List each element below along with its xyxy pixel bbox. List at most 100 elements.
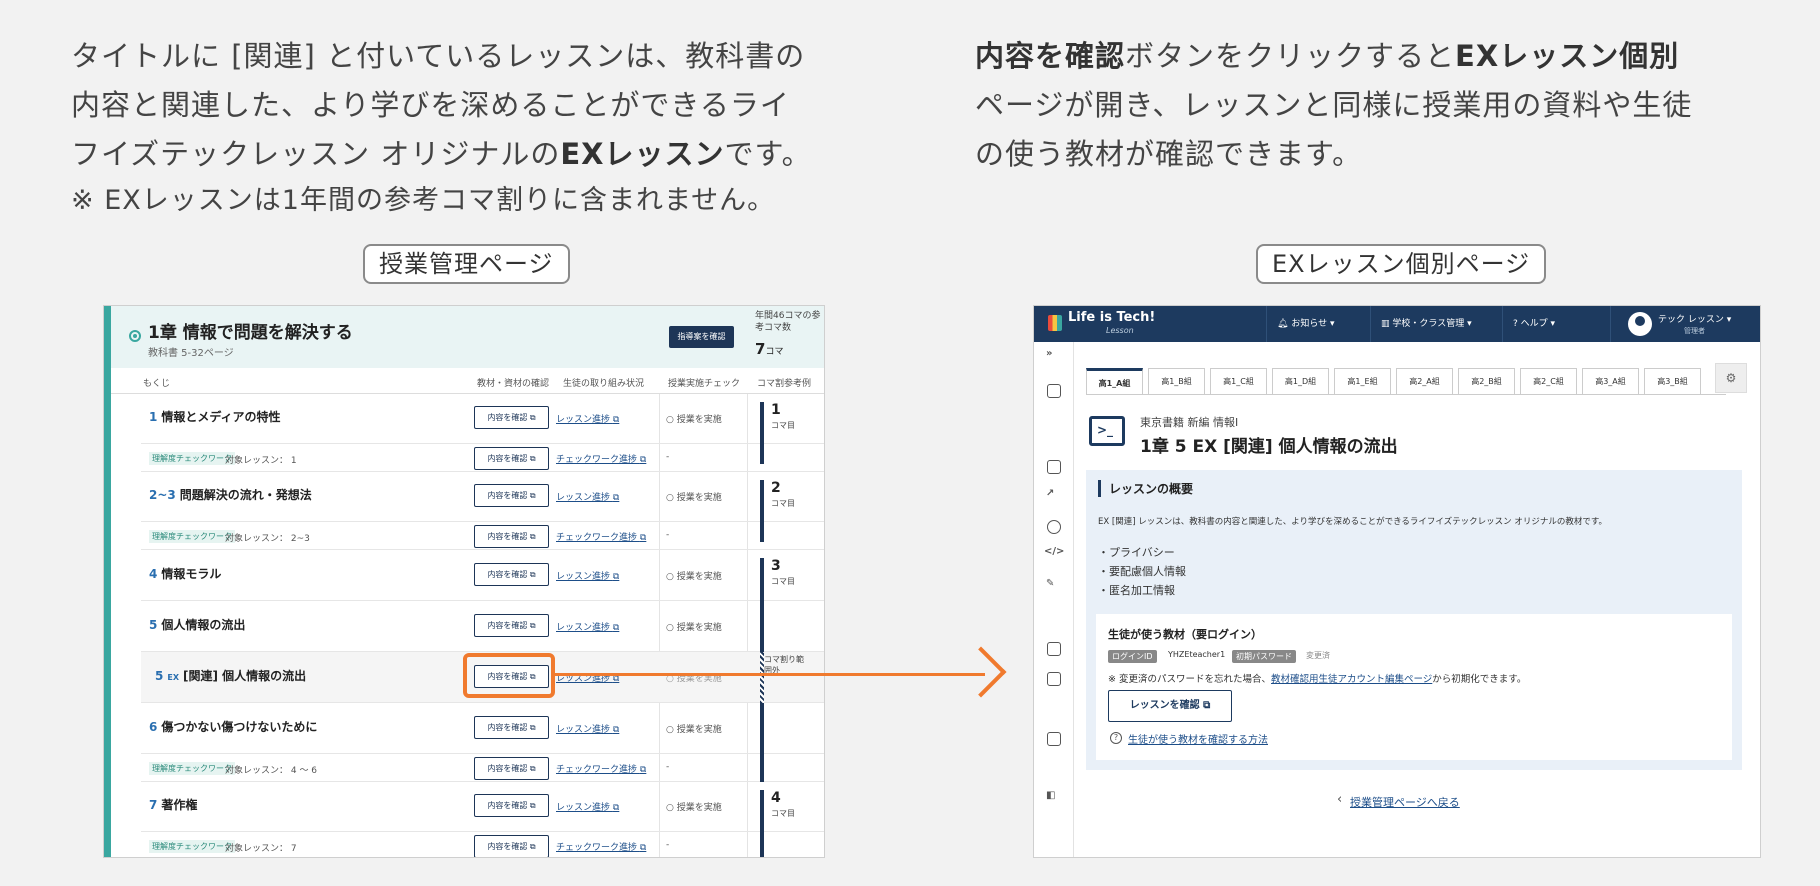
lesson-title[interactable]: 4 情報モラル [149,565,221,582]
confirm-content-button[interactable]: 内容を確認 ⧉ [474,716,549,739]
confirm-lesson-label: レッスンを確認 [1129,700,1200,711]
check-circle-icon[interactable] [1047,520,1061,534]
lesson-progress-link[interactable]: レッスン進捗 ⧉ [556,490,619,503]
list-item: ・プライバシー [1098,546,1175,559]
chapter-header: 1章 情報で問題を解決する 教科書 5-32ページ 指導案を確認 年間46コマの… [111,306,824,368]
implement-check[interactable]: ○ 授業を実施 [666,620,722,633]
chevron-down-icon: ▾ [1467,319,1472,329]
chevron-down-icon: ▾ [1550,319,1556,329]
lesson-progress-link[interactable]: レッスン進捗 ⧉ [556,800,619,813]
guide-button[interactable]: 指導案を確認 [669,326,734,348]
checkwork-progress-label: チェックワーク進捗 [556,843,638,853]
confirm-content-button[interactable]: 内容を確認 ⧉ [474,525,549,548]
lesson-progress-label: レッスン進捗 [556,623,611,633]
help-link[interactable]: 生徒が使う教材を確認する方法 [1128,731,1268,746]
external-link-icon: ⧉ [612,572,620,582]
lesson-title[interactable]: 7 著作権 [149,796,197,813]
lesson-progress-link[interactable]: レッスン進捗 ⧉ [556,620,619,633]
confirm-content-button[interactable]: 内容を確認 ⧉ [474,563,549,586]
caption-class-management: 授業管理ページ [363,244,570,284]
student-material-card: 生徒が使う教材（要ログイン） ログインID YHZEteacher1 初期パスワ… [1096,614,1732,760]
gear-icon[interactable]: ⚙ [1715,363,1747,393]
top-navbar: Life is Tech! Lesson 🔔︎ お知らせ ▾ ▥ 学校・クラス管… [1034,306,1760,342]
lesson-progress-label: レッスン進捗 [556,572,611,582]
confirm-content-button[interactable]: 内容を確認 ⧉ [474,484,549,507]
trend-icon[interactable]: ↗ [1046,488,1054,499]
lesson-title[interactable]: 5 個人情報の流出 [149,616,245,633]
lesson-name: 個人情報の流出 [161,618,246,632]
account-edit-link[interactable]: 教材確認用生徒アカウント編集ページ [1271,674,1432,685]
lesson-num: 4 [149,567,158,581]
lesson-progress-link[interactable]: レッスン進捗 ⧉ [556,722,619,735]
logo-subtext: Lesson [1106,326,1134,335]
koma-unit: コマ目 [771,809,795,818]
bar-chart-icon[interactable] [1047,732,1061,746]
tab-class[interactable]: 高1_C組 [1210,368,1267,394]
document-icon[interactable] [1047,642,1061,656]
lesson-name: [関連] 個人情報の流出 [183,669,307,683]
annual-koma-unit: コマ [765,347,784,357]
chevron-down-icon: ▾ [1330,319,1335,329]
col-materials: 教材・資材の確認 [477,379,550,389]
pencil-icon[interactable]: ✎ [1046,578,1054,589]
tab-class[interactable]: 高1_D組 [1272,368,1329,394]
implement-check[interactable]: ○ 授業を実施 [666,800,722,813]
avatar-icon[interactable] [1628,312,1652,336]
lesson-progress-link[interactable]: レッスン進捗 ⧉ [556,569,619,582]
implement-check[interactable]: ○ 授業を実施 [666,569,722,582]
tab-class[interactable]: 高3_B組 [1644,368,1701,394]
tab-class[interactable]: 高2_C組 [1520,368,1577,394]
external-link-icon: ⧉ [639,843,647,853]
table-row: 理解度チェックワーク 対象レッスン： 2~3 内容を確認 ⧉ チェックワーク進捗… [141,522,824,550]
nav-school[interactable]: ▥ 学校・クラス管理 ▾ [1370,306,1502,342]
logo-text[interactable]: Life is Tech! [1068,310,1155,325]
tab-class[interactable]: 高1_A組 [1086,368,1143,394]
lesson-title[interactable]: 2~3 問題解決の流れ・発想法 [149,486,312,503]
tab-class[interactable]: 高3_A組 [1582,368,1639,394]
checklist-icon[interactable] [1047,672,1061,686]
external-link-icon: ⧉ [529,491,536,500]
checkwork-progress-link[interactable]: チェックワーク進捗 ⧉ [556,762,646,775]
implement-check[interactable]: ○ 授業を実施 [666,490,722,503]
chapter-toggle-icon[interactable] [129,330,141,342]
lesson-title[interactable]: 5 EX [関連] 個人情報の流出 [155,667,306,684]
target-lessons: 対象レッスン： 2~3 [225,534,310,544]
confirm-content-button[interactable]: 内容を確認 ⧉ [474,406,549,429]
confirm-content-button[interactable]: 内容を確認 ⧉ [474,614,549,637]
intro-right-text: 内容を確認ボタンをクリックするとEXレッスン個別 ページが開き、レッスンと同様に… [975,32,1775,179]
confirm-content-button[interactable]: 内容を確認 ⧉ [474,447,549,470]
nav-notice[interactable]: 🔔︎ お知らせ ▾ [1266,306,1370,342]
koma-number: 4 [771,790,781,806]
implement-check[interactable]: ○ 授業を実施 [666,412,722,425]
confirm-content-label: 内容を確認 [487,413,528,422]
home-icon[interactable] [1047,384,1061,398]
lesson-title[interactable]: 6 傷つかない傷つけないために [149,718,317,735]
implement-check[interactable]: ○ 授業を実施 [666,722,722,735]
monitor-icon[interactable] [1047,460,1061,474]
confirm-content-label: 内容を確認 [487,532,528,541]
tab-class[interactable]: 高1_E組 [1334,368,1391,394]
confirm-content-label: 内容を確認 [487,842,528,851]
lesson-title[interactable]: 1 情報とメディアの特性 [149,408,281,425]
table-row: 理解度チェックワーク 対象レッスン： 4 ～ 6 内容を確認 ⧉ チェックワーク… [141,754,824,782]
confirm-lesson-button[interactable]: レッスンを確認 ⧉ [1108,690,1232,722]
book-icon[interactable]: ◧ [1046,790,1055,801]
expand-icon[interactable]: » [1046,348,1052,359]
nav-help[interactable]: ? ヘルプ ▾ [1502,306,1610,342]
tab-class[interactable]: 高1_B組 [1148,368,1205,394]
checkwork-progress-link[interactable]: チェックワーク進捗 ⧉ [556,530,646,543]
back-link[interactable]: 授業管理ページへ戻る [1350,794,1460,810]
confirm-content-button[interactable]: 内容を確認 ⧉ [474,794,549,817]
checkwork-progress-link[interactable]: チェックワーク進捗 ⧉ [556,452,646,465]
confirm-content-button[interactable]: 内容を確認 ⧉ [474,835,549,857]
confirm-content-label: 内容を確認 [487,570,528,579]
login-id-badge: ログインID [1108,650,1157,663]
lesson-progress-link[interactable]: レッスン進捗 ⧉ [556,412,619,425]
code-icon[interactable]: </> [1044,546,1064,557]
tab-class[interactable]: 高2_B組 [1458,368,1515,394]
checkwork-progress-link[interactable]: チェックワーク進捗 ⧉ [556,840,646,853]
overview-description: EX [関連] レッスンは、教科書の内容と関連した、より学びを深めることができる… [1098,517,1607,527]
lesson-num: 5 [155,669,164,683]
confirm-content-button[interactable]: 内容を確認 ⧉ [474,757,549,780]
tab-class[interactable]: 高2_A組 [1396,368,1453,394]
